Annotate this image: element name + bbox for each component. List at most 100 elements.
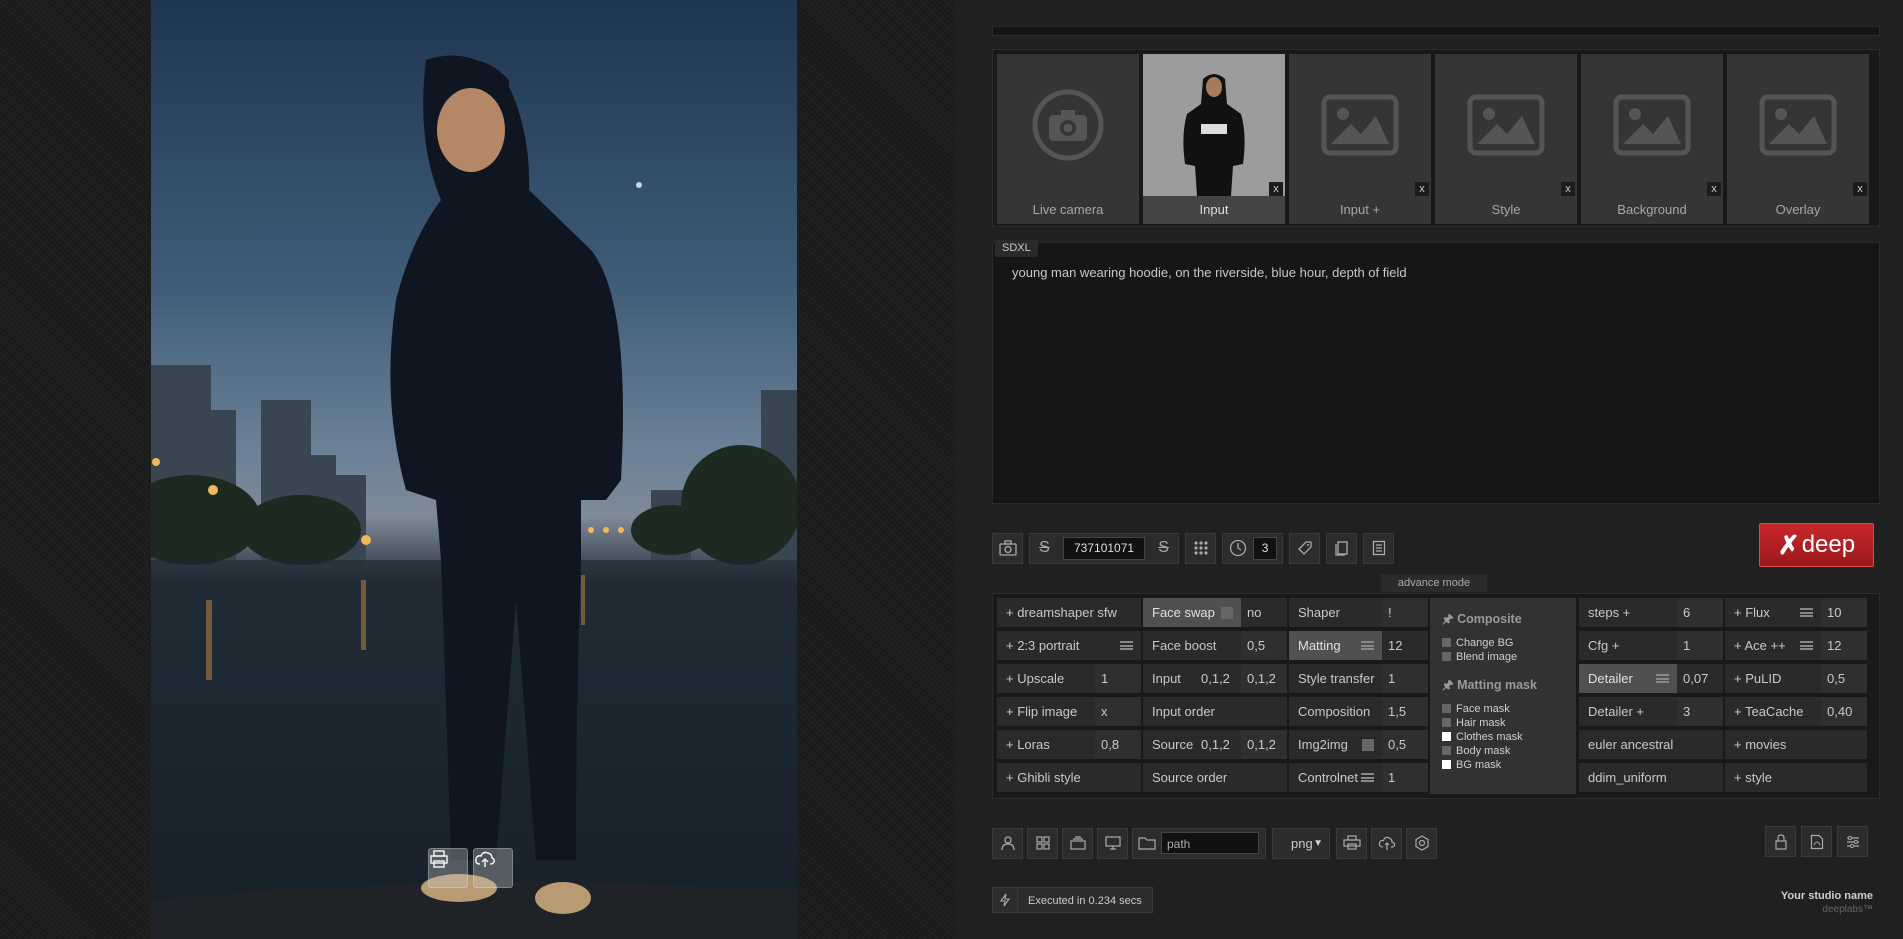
setting-style[interactable]: + style (1725, 763, 1867, 794)
setting-teacache[interactable]: + TeaCache 0,40 (1725, 697, 1867, 728)
slot-close-button[interactable]: x (1853, 182, 1867, 196)
setting-sampler[interactable]: euler ancestral (1579, 730, 1723, 761)
setting-ace[interactable]: + Ace ++ 12 (1725, 631, 1867, 662)
studio-name: Your studio name (1780, 890, 1873, 902)
setting-controlnet[interactable]: Controlnet 1 (1289, 763, 1428, 794)
slot-close-button[interactable]: x (1561, 182, 1575, 196)
batch-count-input[interactable]: 3 (1253, 536, 1278, 560)
option-body-mask[interactable]: Body mask (1442, 745, 1576, 757)
setting-source-order[interactable]: Source order (1143, 763, 1287, 794)
camera-icon (1032, 89, 1104, 161)
setting-input-order[interactable]: Input order (1143, 697, 1287, 728)
setting-detailer-plus[interactable]: Detailer +3 (1579, 697, 1723, 728)
menu-icon[interactable] (1361, 773, 1374, 782)
sliders-button[interactable] (1837, 826, 1868, 857)
generate-button[interactable]: ✗ deep (1759, 523, 1874, 567)
input-photo (1143, 54, 1285, 196)
slot-live-camera[interactable]: Live camera (997, 54, 1139, 224)
top-bar (992, 26, 1880, 36)
slot-input-plus[interactable]: x Input + (1289, 54, 1431, 224)
display-button[interactable] (1097, 827, 1128, 859)
slot-input[interactable]: x Input (1143, 54, 1285, 224)
clock-button[interactable] (1223, 539, 1253, 557)
menu-icon[interactable] (1361, 641, 1374, 650)
seed-random-button[interactable]: S (1149, 539, 1178, 557)
generation-toolbar: S 737101071 S 3 (992, 530, 1400, 566)
option-hair-mask[interactable]: Hair mask (1442, 717, 1576, 729)
setting-style-lora[interactable]: + Ghibli style (997, 763, 1141, 794)
setting-loras[interactable]: + Loras 0,8 (997, 730, 1141, 761)
setting-flux[interactable]: + Flux 10 (1725, 598, 1867, 629)
slot-close-button[interactable]: x (1415, 182, 1429, 196)
menu-icon[interactable] (1120, 641, 1133, 650)
menu-icon[interactable] (1656, 674, 1669, 683)
setting-composition[interactable]: Composition 1,5 (1289, 697, 1428, 728)
setting-face-swap[interactable]: Face swap no (1143, 598, 1287, 629)
pin-icon: 🖈 (1442, 612, 1454, 626)
setting-model[interactable]: + dreamshaper sfw (997, 598, 1141, 629)
slot-label: Overlay (1775, 202, 1821, 217)
matting-mask-title: Matting mask (1457, 678, 1537, 692)
cloud-upload-button[interactable] (1371, 827, 1402, 859)
prompt-text[interactable]: young man wearing hoodie, on the riversi… (1012, 265, 1407, 280)
tag-button[interactable] (1289, 532, 1321, 564)
setting-source[interactable]: Source 0,1,2 0,1,2 (1143, 730, 1287, 761)
setting-img2img[interactable]: Img2img 0,5 (1289, 730, 1428, 761)
control-panel: Live camera x Input x Input + x Style x … (955, 0, 1903, 939)
gallery-grid-button[interactable] (1027, 827, 1058, 859)
slot-close-button[interactable]: x (1707, 182, 1721, 196)
setting-pulid[interactable]: + PuLID 0,5 (1725, 664, 1867, 695)
setting-flip-image[interactable]: + Flip image x (997, 697, 1141, 728)
img2img-toggle[interactable] (1362, 738, 1374, 751)
stack-button[interactable] (1062, 827, 1093, 859)
setting-matting[interactable]: Matting 12 (1289, 631, 1428, 662)
menu-icon[interactable] (1800, 608, 1813, 617)
format-select[interactable]: png ▼ (1272, 827, 1330, 859)
notes-button[interactable] (1363, 532, 1395, 564)
grid-button[interactable] (1185, 532, 1217, 564)
settings-hex-button[interactable] (1406, 827, 1437, 859)
slot-close-button[interactable]: x (1269, 182, 1283, 196)
pdf-button[interactable] (1801, 826, 1832, 857)
user-button[interactable] (992, 827, 1023, 859)
option-blend-image[interactable]: Blend image (1442, 651, 1576, 663)
setting-scheduler[interactable]: ddim_uniform (1579, 763, 1723, 794)
option-clothes-mask[interactable]: Clothes mask (1442, 731, 1576, 743)
slot-background[interactable]: x Background (1581, 54, 1723, 224)
face-swap-toggle[interactable] (1221, 606, 1233, 619)
setting-style-transfer[interactable]: Style transfer 1 (1289, 664, 1428, 695)
slot-label: Input + (1339, 202, 1381, 217)
seed-lock-button[interactable]: S (1030, 539, 1059, 557)
clock-icon (1229, 539, 1247, 557)
setting-aspect[interactable]: + 2:3 portrait (997, 631, 1141, 662)
advance-mode-tab[interactable]: advance mode (1381, 574, 1487, 592)
snapshot-button[interactable] (992, 532, 1023, 564)
slot-style[interactable]: x Style (1435, 54, 1577, 224)
generated-image-preview (151, 0, 797, 939)
image-slots: Live camera x Input x Input + x Style x … (992, 49, 1880, 227)
layers-icon (1069, 836, 1086, 850)
option-face-mask[interactable]: Face mask (1442, 703, 1576, 715)
print-button[interactable] (1336, 827, 1367, 859)
prompt-textarea[interactable]: young man wearing hoodie, on the riversi… (992, 242, 1880, 504)
slot-overlay[interactable]: x Overlay (1727, 54, 1869, 224)
seed-input[interactable]: 737101071 (1063, 536, 1146, 560)
path-input[interactable]: path (1161, 832, 1259, 854)
menu-icon[interactable] (1800, 641, 1813, 650)
setting-input[interactable]: Input 0,1,2 0,1,2 (1143, 664, 1287, 695)
setting-detailer[interactable]: Detailer 0,07 (1579, 664, 1723, 695)
option-change-bg[interactable]: Change BG (1442, 637, 1576, 649)
setting-movies[interactable]: + movies (1725, 730, 1867, 761)
copy-button[interactable] (1326, 532, 1358, 564)
print-button[interactable] (428, 848, 468, 888)
setting-shaper[interactable]: Shaper! (1289, 598, 1428, 629)
setting-upscale[interactable]: + Upscale 1 (997, 664, 1141, 695)
setting-cfg[interactable]: Cfg +1 (1579, 631, 1723, 662)
setting-face-boost[interactable]: Face boost 0,5 (1143, 631, 1287, 662)
deep-logo-icon: ✗ (1777, 529, 1800, 560)
option-bg-mask[interactable]: BG mask (1442, 759, 1576, 771)
cloud-upload-button[interactable] (473, 848, 513, 888)
setting-steps[interactable]: steps +6 (1579, 598, 1723, 629)
folder-button[interactable] (1133, 836, 1161, 850)
lock-button[interactable] (1765, 826, 1796, 857)
